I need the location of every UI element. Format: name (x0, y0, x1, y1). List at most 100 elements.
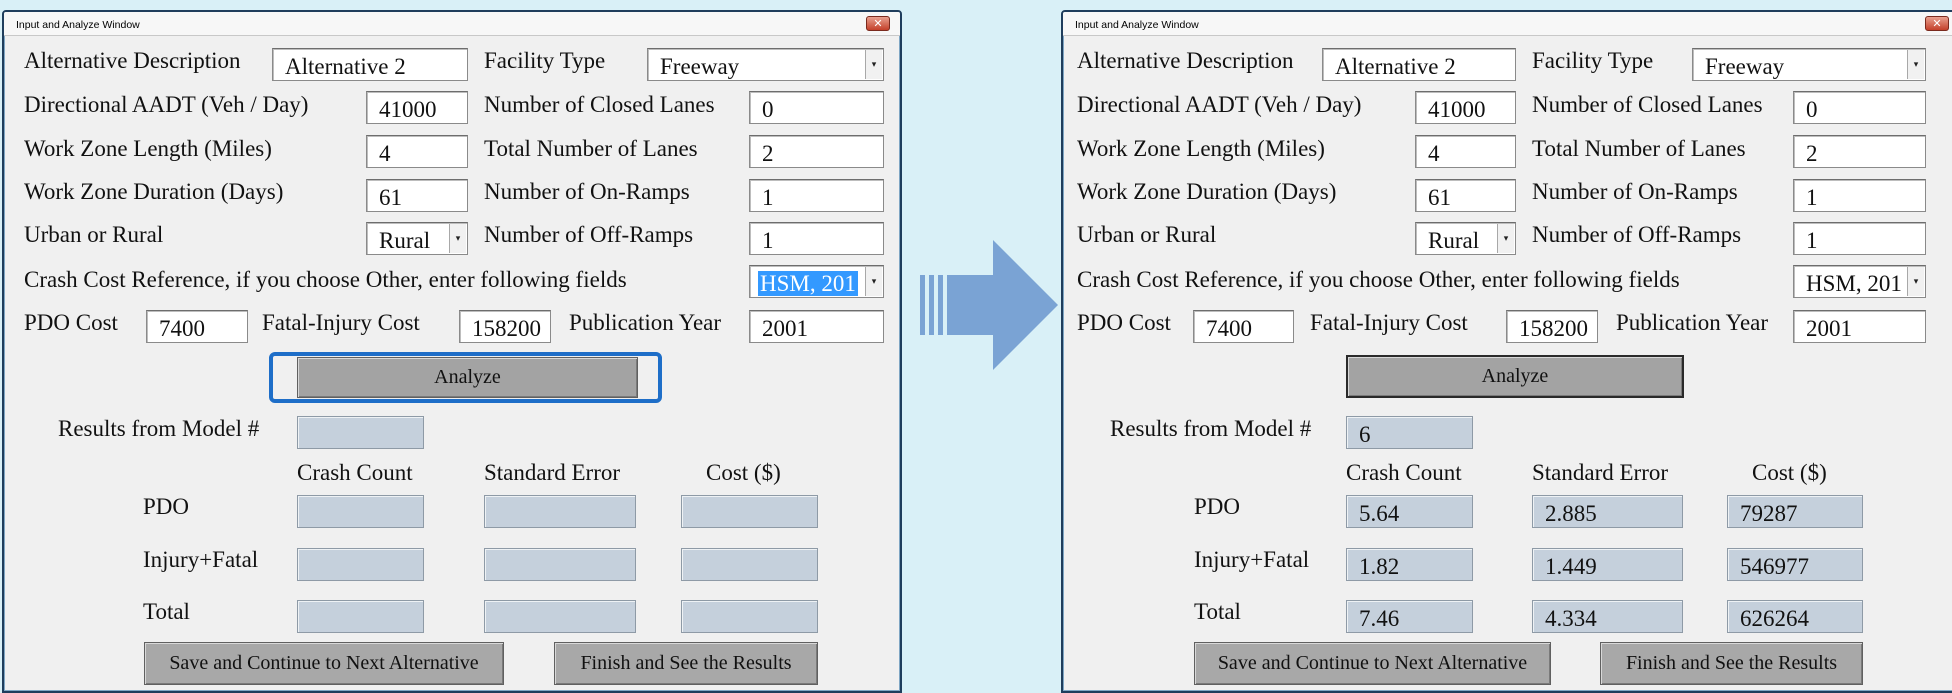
on-ramps-label: Number of On-Ramps (484, 179, 690, 204)
cost-header: Cost ($) (706, 460, 781, 485)
closed-lanes-input[interactable]: 0 (749, 91, 884, 124)
pdo-cost-input[interactable]: 7400 (146, 310, 248, 343)
row-label-injury-fatal: Injury+Fatal (1194, 547, 1310, 572)
pdo-se-output: 2.885 (1532, 495, 1683, 528)
input-analyze-window-after: Input and Analyze Window ✕ Alternative D… (1061, 10, 1952, 693)
closed-lanes-label: Number of Closed Lanes (484, 92, 715, 117)
total-se-output: 4.334 (1532, 600, 1683, 633)
save-continue-button[interactable]: Save and Continue to Next Alternative (1194, 642, 1551, 685)
analyze-button[interactable]: Analyze (1346, 355, 1684, 398)
fatal-injury-cost-label: Fatal-Injury Cost (1310, 310, 1468, 335)
aadt-input[interactable]: 41000 (366, 91, 468, 124)
injury-fatal-cost-output: 546977 (1727, 548, 1863, 581)
pdo-cost-label: PDO Cost (1077, 310, 1171, 335)
pdo-crash-output: 5.64 (1346, 495, 1473, 528)
model-number-output: 6 (1346, 416, 1473, 449)
facility-type-label: Facility Type (484, 48, 606, 73)
publication-year-label: Publication Year (1616, 310, 1769, 335)
cost-header: Cost ($) (1752, 460, 1827, 485)
crash-cost-label: Crash Cost Reference, if you choose Othe… (24, 267, 627, 292)
pdo-cost-input[interactable]: 7400 (1193, 310, 1294, 343)
chevron-down-icon[interactable]: ▾ (1907, 267, 1924, 296)
total-lanes-input[interactable]: 2 (749, 135, 884, 168)
total-cost-output (681, 600, 818, 633)
close-icon[interactable]: ✕ (866, 16, 890, 31)
facility-type-select[interactable]: Freeway ▾ (1692, 48, 1926, 81)
input-analyze-window-before: Input and Analyze Window ✕ Alternative D… (2, 10, 902, 693)
total-lanes-input[interactable]: 2 (1793, 135, 1926, 168)
publication-year-input[interactable]: 2001 (1793, 310, 1926, 343)
model-number-output (297, 416, 424, 449)
close-icon[interactable]: ✕ (1925, 16, 1949, 31)
facility-type-value: Freeway (660, 54, 740, 79)
injury-fatal-crash-output (297, 548, 424, 581)
off-ramps-label: Number of Off-Ramps (484, 222, 694, 247)
finish-results-button[interactable]: Finish and See the Results (1600, 642, 1863, 685)
save-continue-button[interactable]: Save and Continue to Next Alternative (144, 642, 504, 685)
chevron-down-icon[interactable]: ▾ (1497, 224, 1514, 253)
wz-duration-input[interactable]: 61 (366, 179, 468, 212)
on-ramps-input[interactable]: 1 (1793, 179, 1926, 212)
chevron-down-icon[interactable]: ▾ (865, 267, 882, 296)
fatal-injury-cost-input[interactable]: 158200 (459, 310, 551, 343)
chevron-down-icon[interactable]: ▾ (449, 224, 466, 253)
wz-duration-input[interactable]: 61 (1415, 179, 1516, 212)
pdo-crash-output (297, 495, 424, 528)
urban-rural-select[interactable]: Rural ▾ (1415, 222, 1516, 255)
wz-length-label: Work Zone Length (Miles) (24, 136, 272, 161)
results-model-label: Results from Model # (1110, 416, 1312, 441)
facility-type-label: Facility Type (1532, 48, 1654, 73)
urban-rural-value: Rural (379, 228, 431, 253)
finish-results-button[interactable]: Finish and See the Results (554, 642, 818, 685)
wz-duration-label: Work Zone Duration (Days) (1077, 179, 1337, 204)
urban-rural-select[interactable]: Rural ▾ (366, 222, 468, 255)
closed-lanes-label: Number of Closed Lanes (1532, 92, 1763, 117)
window-title: Input and Analyze Window (16, 19, 140, 31)
alt-desc-label: Alternative Description (24, 48, 241, 73)
injury-fatal-se-output: 1.449 (1532, 548, 1683, 581)
wz-length-label: Work Zone Length (Miles) (1077, 136, 1325, 161)
alt-desc-input[interactable]: Alternative 2 (272, 48, 468, 81)
crash-cost-select[interactable]: HSM, 201 ▾ (1793, 265, 1926, 298)
standard-error-header: Standard Error (484, 460, 621, 485)
total-se-output (484, 600, 636, 633)
aadt-label: Directional AADT (Veh / Day) (1077, 92, 1362, 117)
window-title: Input and Analyze Window (1075, 19, 1199, 31)
wz-length-input[interactable]: 4 (1415, 135, 1516, 168)
injury-fatal-cost-output (681, 548, 818, 581)
off-ramps-input[interactable]: 1 (1793, 222, 1926, 255)
standard-error-header: Standard Error (1532, 460, 1669, 485)
row-label-injury-fatal: Injury+Fatal (143, 547, 259, 572)
total-crash-output: 7.46 (1346, 600, 1473, 633)
chevron-down-icon[interactable]: ▾ (1907, 50, 1924, 79)
pdo-se-output (484, 495, 636, 528)
on-ramps-input[interactable]: 1 (749, 179, 884, 212)
crash-cost-select[interactable]: HSM, 201 ▾ (749, 265, 884, 298)
closed-lanes-input[interactable]: 0 (1793, 91, 1926, 124)
on-ramps-label: Number of On-Ramps (1532, 179, 1738, 204)
aadt-input[interactable]: 41000 (1415, 91, 1516, 124)
pdo-cost-output: 79287 (1727, 495, 1863, 528)
wz-duration-label: Work Zone Duration (Days) (24, 179, 284, 204)
crash-cost-value: HSM, 201 (758, 271, 858, 296)
results-model-label: Results from Model # (58, 416, 260, 441)
crash-count-header: Crash Count (1346, 460, 1462, 485)
chevron-down-icon[interactable]: ▾ (865, 50, 882, 79)
alt-desc-label: Alternative Description (1077, 48, 1294, 73)
pdo-cost-label: PDO Cost (24, 310, 118, 335)
wz-length-input[interactable]: 4 (366, 135, 468, 168)
fatal-injury-cost-input[interactable]: 158200 (1506, 310, 1598, 343)
titlebar: Input and Analyze Window ✕ (4, 12, 900, 36)
aadt-label: Directional AADT (Veh / Day) (24, 92, 309, 117)
urban-rural-value: Rural (1428, 228, 1480, 253)
publication-year-input[interactable]: 2001 (749, 310, 884, 343)
analyze-button[interactable]: Analyze (297, 357, 638, 398)
row-label-pdo: PDO (1194, 494, 1241, 519)
injury-fatal-se-output (484, 548, 636, 581)
off-ramps-input[interactable]: 1 (749, 222, 884, 255)
right-arrow-icon (920, 240, 1058, 370)
titlebar: Input and Analyze Window ✕ (1063, 12, 1952, 36)
alt-desc-input[interactable]: Alternative 2 (1322, 48, 1516, 81)
facility-type-select[interactable]: Freeway ▾ (647, 48, 884, 81)
urban-rural-label: Urban or Rural (1077, 222, 1217, 247)
